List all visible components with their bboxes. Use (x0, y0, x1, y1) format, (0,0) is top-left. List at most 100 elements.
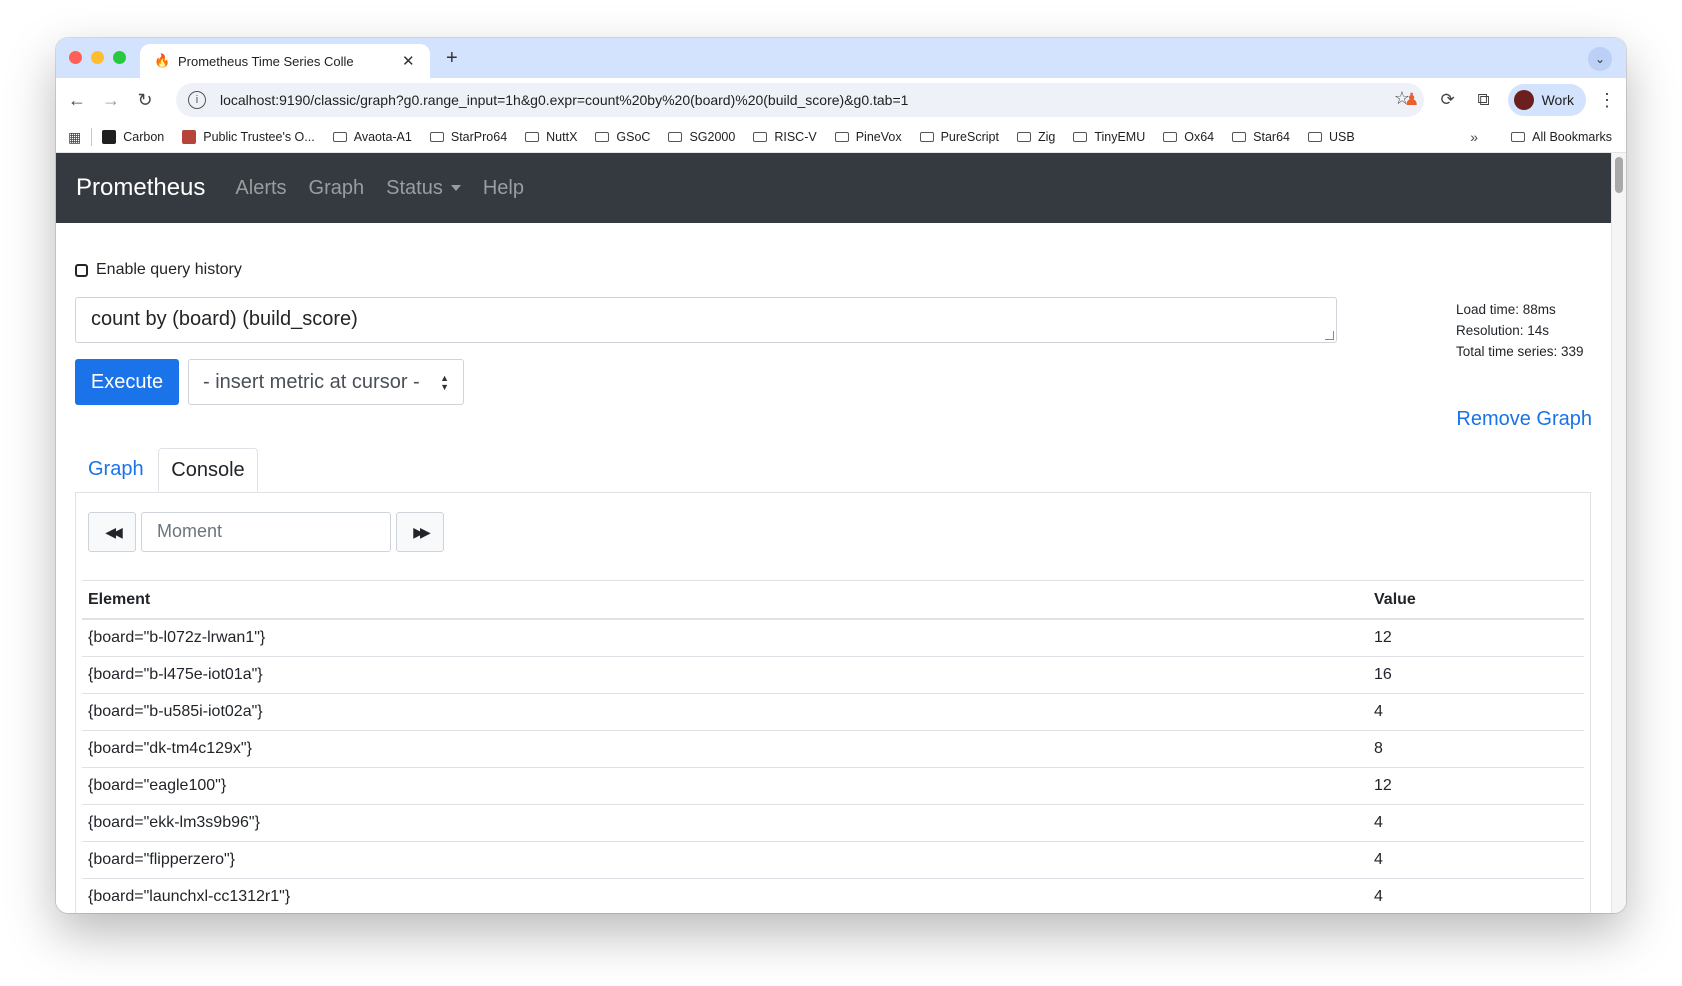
sync-icon[interactable]: ⟳ (1436, 90, 1460, 110)
bookmark-carbon[interactable]: Carbon (102, 130, 164, 144)
nav-graph[interactable]: Graph (309, 177, 365, 200)
expression-text: count by (board) (build_score) (91, 308, 358, 330)
more-bookmarks-icon[interactable]: » (1470, 129, 1478, 145)
value-cell: 16 (1374, 666, 1392, 683)
moment-controls: ◀◀ Moment ▶▶ (88, 512, 444, 552)
bookmark-label: GSoC (616, 130, 651, 144)
site-info-icon[interactable]: i (188, 91, 206, 109)
extension-icon[interactable]: ♟ (1400, 90, 1424, 110)
bookmark-folder-star64[interactable]: Star64 (1232, 130, 1290, 144)
bookmark-label: SG2000 (689, 130, 736, 144)
bookmark-folder-riscv[interactable]: RISC-V (753, 130, 817, 144)
fast-forward-icon[interactable]: ▶▶ (396, 512, 444, 552)
folder-icon (595, 132, 610, 142)
address-bar[interactable]: i localhost:9190/classic/graph?g0.range_… (176, 83, 1424, 117)
console-panel: ◀◀ Moment ▶▶ Element Value {board="b-l07… (75, 492, 1591, 913)
bookmark-folder-usb[interactable]: USB (1307, 130, 1355, 144)
url-text[interactable]: localhost:9190/classic/graph?g0.range_in… (220, 92, 908, 108)
folder-icon (429, 132, 444, 142)
folder-icon (1511, 132, 1526, 142)
all-bookmarks-folder[interactable]: All Bookmarks (1511, 130, 1612, 144)
element-cell: {board="flipperzero"} (88, 851, 236, 868)
bookmark-label: PineVox (855, 130, 902, 144)
maximize-window-button[interactable] (113, 51, 126, 64)
folder-icon (525, 132, 540, 142)
bookmark-folder-ox64[interactable]: Ox64 (1163, 130, 1214, 144)
bookmark-label: Star64 (1253, 130, 1290, 144)
page-viewport: Prometheus Alerts Graph Status Help Enab… (56, 153, 1626, 913)
insert-metric-label: - insert metric at cursor - (203, 370, 420, 393)
forward-icon[interactable]: → (94, 90, 128, 111)
brand-link[interactable]: Prometheus (76, 174, 205, 202)
bookmark-folder-sg2000[interactable]: SG2000 (668, 130, 735, 144)
page-scrollbar[interactable] (1611, 153, 1626, 913)
tab-strip: 🔥 Prometheus Time Series Colle ✕ + ⌄ (56, 38, 1626, 78)
element-cell: {board="b-l475e-iot01a"} (88, 666, 263, 683)
bookmark-folder-purescript[interactable]: PureScript (919, 130, 999, 144)
reload-icon[interactable]: ↻ (128, 90, 162, 111)
table-row: {board="dk-tm4c129x"} 8 (82, 731, 1584, 768)
minimize-window-button[interactable] (91, 51, 104, 64)
nav-help[interactable]: Help (483, 177, 524, 200)
tab-search-icon[interactable]: ⌄ (1588, 47, 1612, 71)
extensions-puzzle-icon[interactable]: ⧉ (1472, 90, 1496, 110)
window-controls (69, 51, 126, 64)
table-row: {board="ekk-lm3s9b96"} 4 (82, 805, 1584, 842)
avatar (1513, 90, 1534, 110)
value-cell: 4 (1374, 703, 1383, 720)
results-table: Element Value {board="b-l072z-lrwan1"} 1… (82, 580, 1584, 913)
nav-status-label: Status (386, 176, 443, 199)
moment-input[interactable]: Moment (141, 512, 391, 552)
nav-alerts[interactable]: Alerts (235, 177, 286, 200)
bookmark-label: Avaota-A1 (353, 130, 412, 144)
bookmark-label: TinyEMU (1094, 130, 1146, 144)
bookmark-label: Carbon (123, 130, 165, 144)
apps-grid-icon[interactable]: ▦ (68, 129, 81, 146)
back-icon[interactable]: ← (60, 90, 94, 111)
nav-status[interactable]: Status (386, 177, 461, 200)
more-menu-icon[interactable]: ⋮ (1598, 90, 1616, 111)
rewind-icon[interactable]: ◀◀ (88, 512, 136, 552)
value-cell: 8 (1374, 740, 1383, 757)
table-row: {board="b-l072z-lrwan1"} 12 (82, 620, 1584, 657)
expression-input[interactable]: count by (board) (build_score) (75, 297, 1337, 343)
total-time-series: Total time series: 339 (1456, 344, 1584, 359)
folder-icon (1016, 132, 1031, 142)
tab-console[interactable]: Console (158, 448, 258, 492)
column-header-value: Value (1374, 590, 1416, 608)
remove-graph-link[interactable]: Remove Graph (1456, 408, 1592, 431)
bookmark-folder-avaota[interactable]: Avaota-A1 (332, 130, 412, 144)
browser-tab[interactable]: 🔥 Prometheus Time Series Colle ✕ (140, 44, 430, 78)
bookmark-folder-gsoc[interactable]: GSoC (595, 130, 650, 144)
element-cell: {board="b-u585i-iot02a"} (88, 703, 263, 720)
bookmark-public-trustee[interactable]: Public Trustee's O... (182, 130, 315, 144)
query-stats: Load time: 88ms Resolution: 14s Total ti… (1456, 299, 1584, 362)
bookmark-folder-tinyemu[interactable]: TinyEMU (1073, 130, 1145, 144)
profile-label: Work (1541, 92, 1574, 108)
profile-button[interactable]: Work (1507, 84, 1586, 116)
bookmark-label: PureScript (940, 130, 999, 144)
table-row: {board="flipperzero"} 4 (82, 842, 1584, 879)
bookmark-label: StarPro64 (450, 130, 508, 144)
query-history-label: Enable query history (96, 261, 242, 278)
tab-graph[interactable]: Graph (88, 458, 144, 481)
table-row: {board="launchxl-cc1312r1"} 4 (82, 879, 1584, 913)
value-cell: 12 (1374, 777, 1392, 794)
browser-toolbar: ← → ↻ i localhost:9190/classic/graph?g0.… (56, 78, 1626, 122)
element-cell: {board="b-l072z-lrwan1"} (88, 629, 266, 646)
value-cell: 4 (1374, 888, 1383, 905)
scroll-thumb[interactable] (1615, 157, 1623, 193)
bookmark-folder-zig[interactable]: Zig (1016, 130, 1055, 144)
close-tab-icon[interactable]: ✕ (402, 52, 415, 70)
close-window-button[interactable] (69, 51, 82, 64)
bookmark-folder-starpro64[interactable]: StarPro64 (429, 130, 508, 144)
bookmark-folder-nuttx[interactable]: NuttX (525, 130, 577, 144)
execute-button[interactable]: Execute (75, 359, 179, 405)
new-tab-icon[interactable]: + (446, 47, 458, 70)
resize-handle-icon[interactable] (1325, 331, 1334, 340)
browser-window: 🔥 Prometheus Time Series Colle ✕ + ⌄ ← →… (56, 38, 1626, 913)
insert-metric-select[interactable]: - insert metric at cursor - ▲ ▼ (188, 359, 464, 405)
query-history-checkbox[interactable] (75, 263, 88, 277)
query-history-toggle[interactable]: Enable query history (75, 261, 242, 279)
bookmark-folder-pinevox[interactable]: PineVox (834, 130, 902, 144)
